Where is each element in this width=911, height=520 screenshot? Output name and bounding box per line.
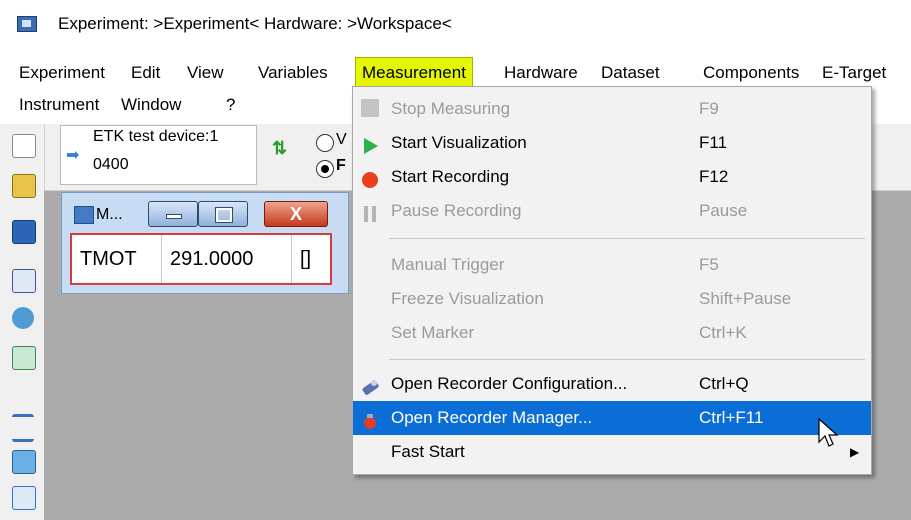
list-icon[interactable] — [12, 414, 34, 442]
radio-option-1[interactable] — [316, 134, 334, 152]
mouse-cursor-icon — [818, 417, 840, 453]
menu-separator — [389, 359, 865, 360]
database-icon[interactable] — [12, 307, 34, 329]
radio-option-1-label: V — [336, 131, 347, 148]
arrow-right-icon: ➡ — [66, 147, 80, 164]
device-id: 0400 — [93, 156, 129, 173]
radio-option-2[interactable] — [316, 160, 334, 178]
menu-item-label: Start Visualization — [391, 133, 527, 152]
menu-experiment[interactable]: Experiment — [19, 58, 105, 88]
menu-variables[interactable]: Variables — [258, 58, 328, 88]
new-document-icon[interactable] — [12, 134, 36, 158]
open-folder-icon[interactable] — [12, 174, 36, 198]
radio-option-2-label: F — [336, 157, 346, 174]
device-name: ETK test device:1 — [93, 128, 219, 145]
menu-item-shortcut: Ctrl+Q — [699, 374, 749, 393]
menu-separator — [389, 238, 865, 239]
window-title: Experiment: >Experiment< Hardware: >Work… — [58, 14, 452, 33]
save-icon[interactable] — [12, 220, 36, 244]
stop-icon — [361, 99, 379, 117]
menu-item-label: Manual Trigger — [391, 255, 505, 274]
measurement-dropdown-menu: Stop Measuring F9 Start Visualization F1… — [352, 86, 872, 475]
menu-item-shortcut: F11 — [699, 133, 728, 152]
menu-item-manual-trigger[interactable]: Manual Trigger F5 — [353, 248, 871, 282]
measurement-icon[interactable] — [12, 346, 36, 370]
menu-item-label: Open Recorder Configuration... — [391, 374, 628, 393]
title-bar: Experiment: >Experiment< Hardware: >Work… — [0, 0, 911, 50]
menu-item-shortcut: Ctrl+K — [699, 323, 747, 342]
recorder-config-icon — [361, 374, 379, 395]
signal-value[interactable]: 291.0000 — [162, 235, 292, 283]
menu-item-freeze-visualization[interactable]: Freeze Visualization Shift+Pause — [353, 282, 871, 316]
device-icon[interactable] — [12, 269, 36, 293]
checklist-icon[interactable] — [12, 450, 36, 474]
menu-edit[interactable]: Edit — [131, 58, 160, 88]
menu-item-shortcut: F5 — [699, 255, 719, 274]
menu-measurement[interactable]: Measurement — [355, 57, 473, 89]
menu-item-fast-start[interactable]: Fast Start ▶ — [353, 435, 871, 469]
sync-icon[interactable]: ⇅ — [272, 138, 287, 159]
menu-item-label: Open Recorder Manager... — [391, 408, 593, 427]
menu-item-stop-measuring[interactable]: Stop Measuring F9 — [353, 92, 871, 126]
filter-icon[interactable] — [12, 486, 36, 510]
menu-item-label: Pause Recording — [391, 201, 522, 220]
menu-item-shortcut: Ctrl+F11 — [699, 408, 764, 427]
menu-dataset[interactable]: Dataset — [601, 58, 660, 88]
submenu-arrow-icon: ▶ — [850, 445, 860, 459]
minimize-button[interactable] — [148, 201, 198, 227]
menu-item-label: Fast Start — [391, 442, 465, 461]
menu-item-open-recorder-configuration[interactable]: Open Recorder Configuration... Ctrl+Q — [353, 367, 871, 401]
pause-icon — [361, 201, 379, 222]
measure-window-icon — [74, 206, 94, 224]
menu-item-shortcut: Shift+Pause — [699, 289, 792, 308]
menu-hardware[interactable]: Hardware — [504, 58, 578, 88]
menu-components[interactable]: Components — [703, 58, 799, 88]
menu-item-open-recorder-manager[interactable]: Open Recorder Manager... Ctrl+F11 — [353, 401, 871, 435]
menu-window[interactable]: Window — [121, 90, 181, 120]
signal-unit[interactable]: [] — [292, 235, 328, 283]
menu-item-label: Freeze Visualization — [391, 289, 544, 308]
close-button[interactable]: X — [264, 201, 328, 227]
menu-item-start-visualization[interactable]: Start Visualization F11 — [353, 126, 871, 160]
menu-item-set-marker[interactable]: Set Marker Ctrl+K — [353, 316, 871, 350]
left-toolbar — [0, 124, 45, 520]
measure-window-table: TMOT 291.0000 [] — [70, 233, 332, 285]
maximize-button[interactable] — [198, 201, 248, 227]
record-icon — [361, 167, 379, 188]
menu-instrument[interactable]: Instrument — [19, 90, 99, 120]
menu-item-pause-recording[interactable]: Pause Recording Pause — [353, 194, 871, 228]
menu-view[interactable]: View — [187, 58, 224, 88]
signal-name[interactable]: TMOT — [72, 235, 162, 283]
menu-item-start-recording[interactable]: Start Recording F12 — [353, 160, 871, 194]
menu-item-label: Set Marker — [391, 323, 475, 342]
play-icon — [361, 133, 379, 154]
app-icon — [17, 16, 37, 32]
recorder-manager-icon — [361, 408, 379, 429]
menu-item-shortcut: Pause — [699, 201, 748, 220]
menu-help[interactable]: ? — [226, 90, 235, 120]
menu-e-target[interactable]: E-Target — [822, 58, 886, 88]
menu-item-label: Stop Measuring — [391, 99, 511, 118]
menu-item-shortcut: F9 — [699, 99, 719, 118]
measure-window-title: M... — [96, 206, 123, 223]
menu-item-shortcut: F12 — [699, 167, 729, 186]
menu-item-label: Start Recording — [391, 167, 510, 186]
